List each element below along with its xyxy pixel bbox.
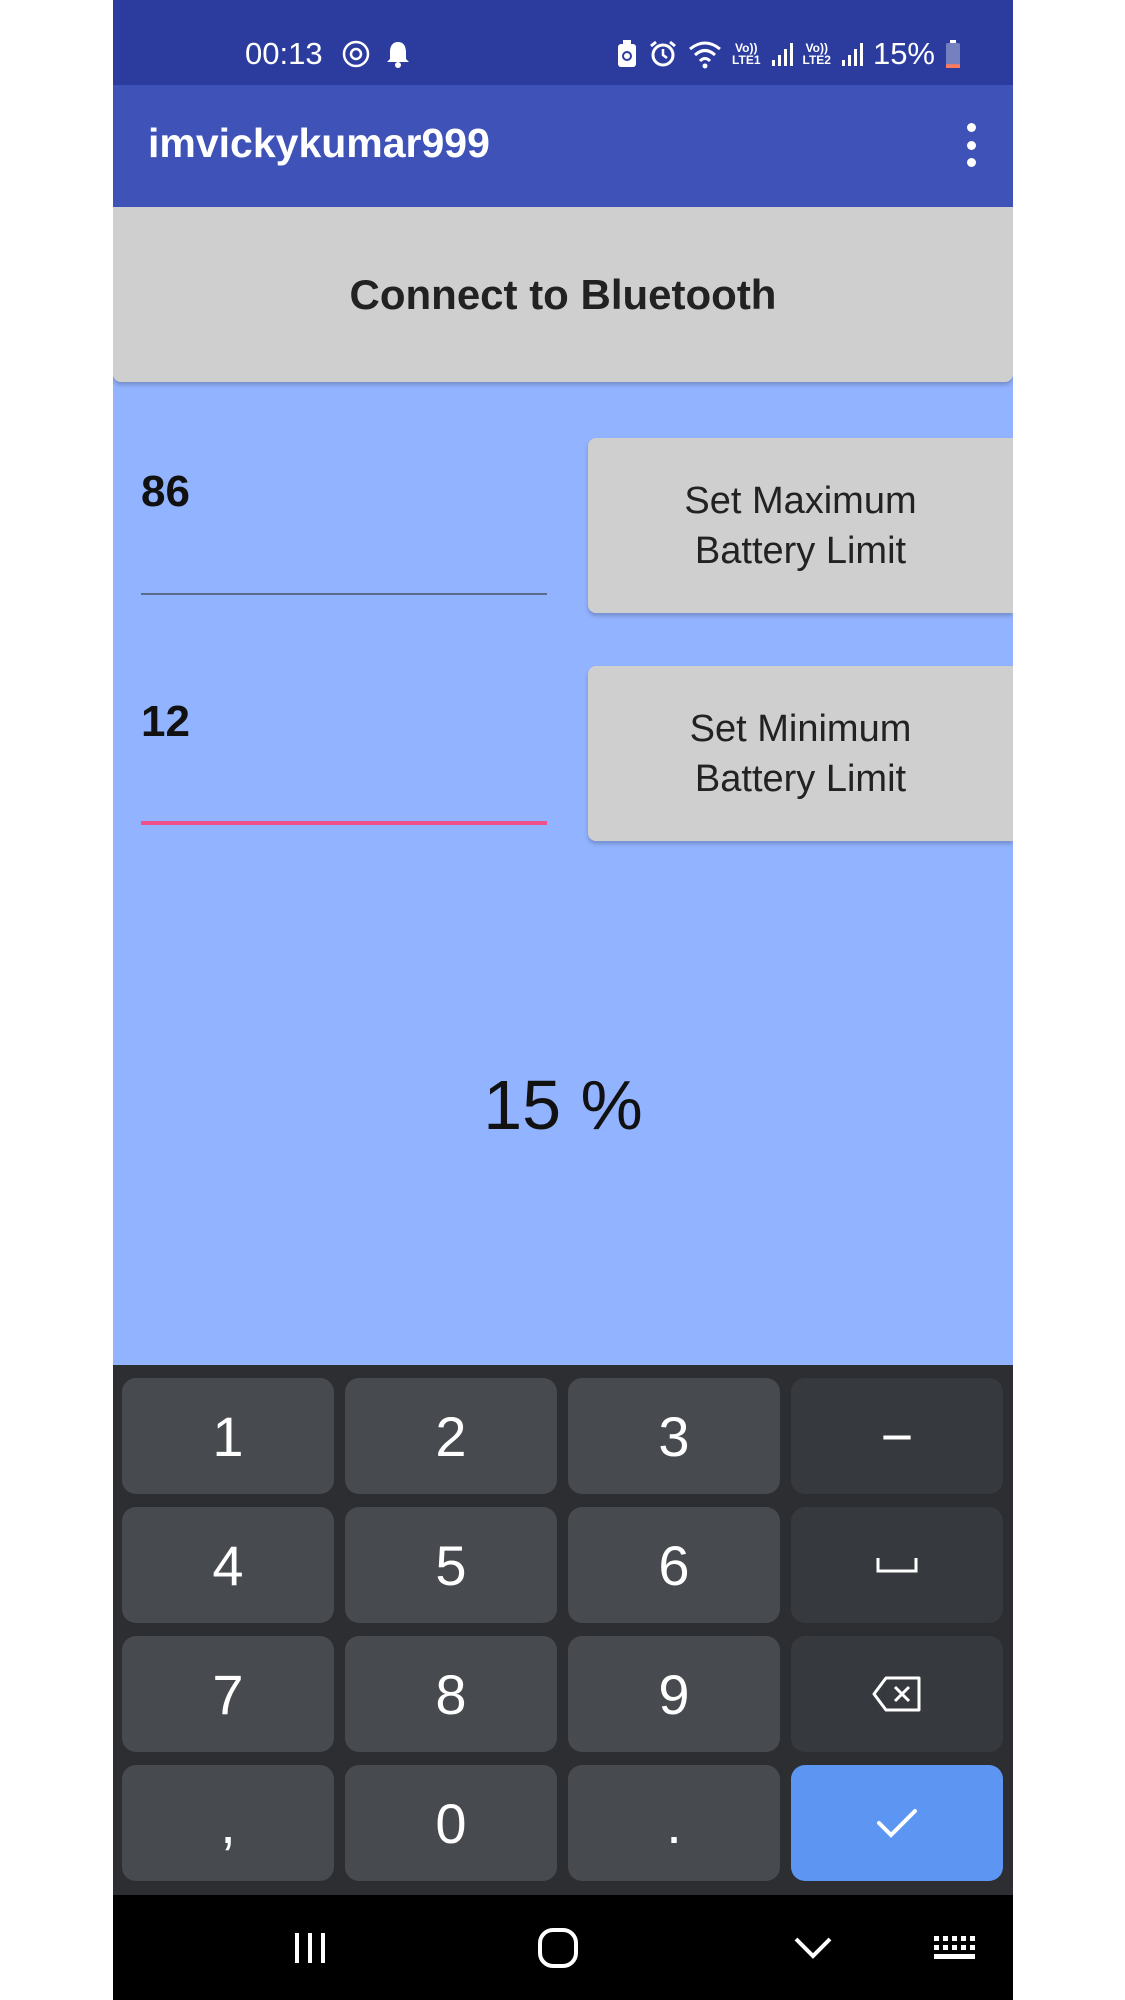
signal-icon	[841, 43, 863, 66]
max-limit-underline	[141, 593, 547, 595]
recents-button[interactable]	[285, 1925, 335, 1970]
home-icon	[538, 1927, 578, 1968]
key-3[interactable]: 3	[568, 1378, 780, 1494]
max-limit-value: 86	[141, 467, 190, 516]
min-limit-underline-focused	[141, 821, 547, 825]
wifi-icon	[689, 41, 721, 69]
key-9[interactable]: 9	[568, 1636, 780, 1752]
navigation-bar	[113, 1895, 1013, 2000]
app-title: imvickykumar999	[148, 120, 490, 166]
set-max-limit-button[interactable]: Set Maximum Battery Limit	[588, 438, 1013, 613]
back-button[interactable]	[788, 1925, 838, 1970]
app-bar: imvickykumar999	[113, 85, 1013, 207]
space-key-icon	[876, 1558, 918, 1573]
sim1-network-indicator: Vo)) LTE1	[732, 41, 761, 67]
back-icon	[794, 1937, 832, 1959]
key-comma[interactable]: ,	[122, 1765, 334, 1881]
min-limit-value: 12	[141, 697, 190, 746]
phone-screen: 00:13 Vo)) LTE1 Vo)) LTE2 15% imvickykum…	[113, 0, 1013, 2000]
key-1[interactable]: 1	[122, 1378, 334, 1494]
set-min-limit-button[interactable]: Set Minimum Battery Limit	[588, 666, 1013, 841]
max-limit-input[interactable]: 86	[141, 467, 547, 537]
status-bar: 00:13 Vo)) LTE1 Vo)) LTE2 15%	[113, 0, 1013, 85]
connect-bluetooth-button[interactable]: Connect to Bluetooth	[113, 207, 1013, 382]
key-2[interactable]: 2	[345, 1378, 557, 1494]
overflow-menu-icon[interactable]	[959, 123, 983, 167]
sim2-network-indicator: Vo)) LTE2	[802, 41, 831, 67]
home-button[interactable]	[533, 1925, 583, 1970]
battery-saver-icon	[618, 40, 637, 67]
key-backspace[interactable]	[791, 1636, 1003, 1752]
key-7[interactable]: 7	[122, 1636, 334, 1752]
key-4[interactable]: 4	[122, 1507, 334, 1623]
keyboard-switch-button[interactable]	[931, 1925, 981, 1970]
alarm-icon	[650, 40, 676, 67]
key-space[interactable]	[791, 1507, 1003, 1623]
key-0[interactable]: 0	[345, 1765, 557, 1881]
status-time: 00:13	[245, 36, 323, 71]
sync-icon	[342, 40, 370, 68]
key-period[interactable]: .	[568, 1765, 780, 1881]
key-8[interactable]: 8	[345, 1636, 557, 1752]
numeric-keyboard: 1 2 3 − 4 5 6 7 8 9 , 0 .	[113, 1365, 1013, 1895]
battery-icon	[946, 40, 960, 68]
signal-icon	[771, 43, 793, 66]
backspace-icon	[872, 1676, 921, 1712]
key-5[interactable]: 5	[345, 1507, 557, 1623]
main-content: Connect to Bluetooth 86 Set Maximum Batt…	[113, 207, 1013, 1365]
key-done[interactable]	[791, 1765, 1003, 1881]
checkmark-icon	[877, 1809, 917, 1838]
key-6[interactable]: 6	[568, 1507, 780, 1623]
battery-percentage: 15 %	[483, 1066, 643, 1144]
keyboard-icon	[934, 1935, 975, 1959]
min-limit-input[interactable]: 12	[141, 697, 547, 767]
battery-percentage-status: 15%	[872, 36, 935, 71]
key-minus[interactable]: −	[791, 1378, 1003, 1494]
notification-bell-icon	[387, 42, 409, 68]
recents-icon	[295, 1932, 325, 1963]
